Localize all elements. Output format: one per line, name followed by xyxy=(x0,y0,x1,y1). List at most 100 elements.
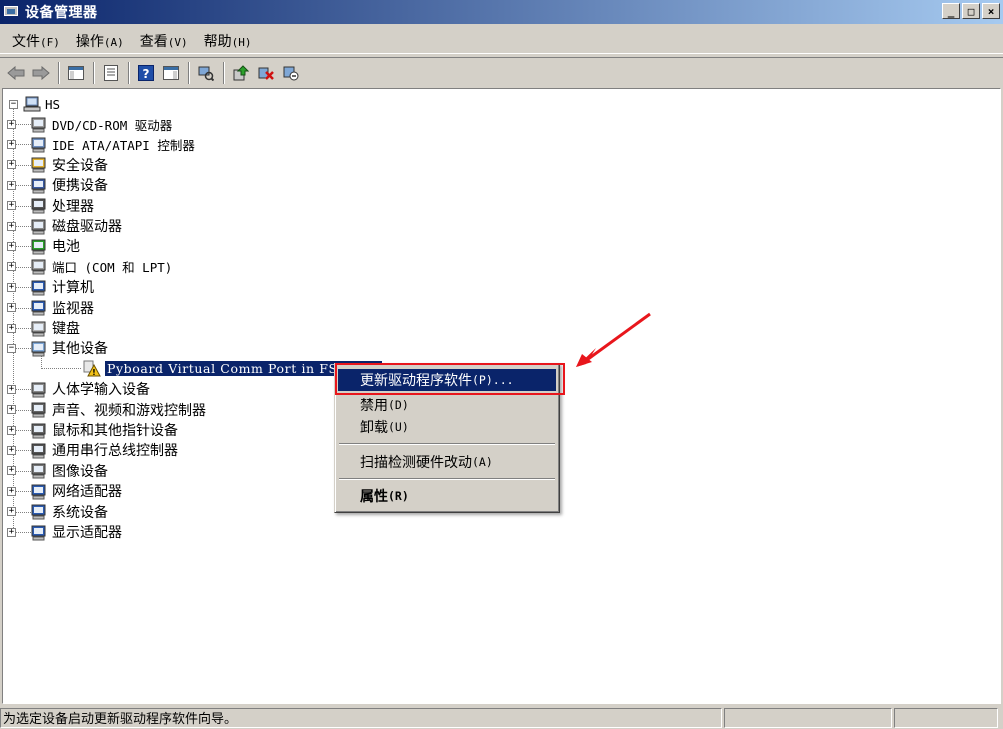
dvd-drive-icon xyxy=(30,116,48,133)
tree-item[interactable]: − 其他设备 xyxy=(7,338,108,358)
toolbar-separator xyxy=(58,61,60,84)
menu-file-label: 文件 xyxy=(12,33,40,50)
menu-bar: 文件(F) 操作(A) 查看(V) 帮助(H) xyxy=(0,28,1003,54)
tree-expand-toggle[interactable]: + xyxy=(7,323,16,333)
tree-item[interactable]: + IDE ATA/ATAPI 控制器 xyxy=(7,134,195,154)
tree-expand-toggle[interactable]: + xyxy=(7,262,16,272)
tree-expand-toggle[interactable]: + xyxy=(7,180,16,190)
tree-item-label: 监视器 xyxy=(52,300,94,317)
tree-item[interactable]: + DVD/CD-ROM 驱动器 xyxy=(7,114,172,134)
disable-button[interactable] xyxy=(279,62,302,84)
toolbar-separator xyxy=(223,61,225,84)
tree-item[interactable]: + 电池 xyxy=(7,236,80,256)
tree-item-label: 磁盘驱动器 xyxy=(52,219,122,235)
back-arrow-icon xyxy=(6,65,24,80)
context-scan-hardware[interactable]: 扫描检测硬件改动 (A) xyxy=(338,451,556,473)
tree-expand-toggle[interactable]: + xyxy=(7,466,16,476)
title-bar[interactable]: 设备管理器 _ □ × xyxy=(0,0,1003,24)
help-button[interactable]: ? xyxy=(134,62,157,84)
tree-item[interactable]: + 处理器 xyxy=(7,196,94,216)
svg-text:?: ? xyxy=(142,67,149,81)
maximize-button[interactable]: □ xyxy=(962,3,980,19)
tree-item[interactable]: + 系统设备 xyxy=(7,502,108,522)
tree-item[interactable]: + 端口 (COM 和 LPT) xyxy=(7,257,172,277)
tree-item-label: 其他设备 xyxy=(52,341,108,358)
port-icon xyxy=(30,258,48,275)
console-tree-icon xyxy=(67,65,84,80)
tree-item[interactable]: + 声音、视频和游戏控制器 xyxy=(7,400,206,420)
tree-expand-toggle[interactable]: + xyxy=(7,425,16,435)
camera-icon xyxy=(30,462,48,479)
tree-item[interactable]: + 键盘 xyxy=(7,318,80,338)
tree-item-label: 处理器 xyxy=(52,198,94,215)
root-collapse-expander[interactable]: − xyxy=(9,99,18,109)
back-button[interactable] xyxy=(4,62,27,84)
tree-item[interactable]: + 人体学输入设备 xyxy=(7,379,150,399)
tree-expand-toggle[interactable]: + xyxy=(7,405,16,415)
forward-arrow-icon xyxy=(32,65,50,80)
tree-expand-toggle[interactable]: + xyxy=(7,282,16,292)
toolbar-separator xyxy=(128,61,130,84)
tree-item[interactable]: + 显示适配器 xyxy=(7,522,122,542)
menu-help[interactable]: 帮助(H) xyxy=(198,29,258,53)
menu-view[interactable]: 查看(V) xyxy=(134,29,194,53)
svg-text:!: ! xyxy=(92,368,96,377)
tree-expand-toggle[interactable]: + xyxy=(7,241,16,251)
uninstall-button[interactable] xyxy=(254,62,277,84)
menu-action[interactable]: 操作(A) xyxy=(70,29,130,53)
menu-help-label: 帮助 xyxy=(203,33,232,50)
usb-icon xyxy=(30,442,48,459)
scan-hardware-button[interactable] xyxy=(194,62,217,84)
tree-item-label: 通用串行总线控制器 xyxy=(52,443,178,460)
tree-item[interactable]: + 通用串行总线控制器 xyxy=(7,440,178,460)
tree-root[interactable]: − HS xyxy=(9,94,60,114)
tree-expand-toggle[interactable]: + xyxy=(7,445,16,455)
close-button[interactable]: × xyxy=(982,3,1000,19)
tree-expand-toggle[interactable]: + xyxy=(7,221,16,231)
action-pane-button[interactable] xyxy=(159,62,182,84)
tree-expand-toggle[interactable]: + xyxy=(7,507,16,517)
tree-expand-toggle[interactable]: + xyxy=(7,384,16,394)
context-separator xyxy=(339,443,555,445)
update-driver-icon xyxy=(233,64,249,80)
forward-button[interactable] xyxy=(29,62,52,84)
tree-expand-toggle[interactable]: + xyxy=(7,119,16,129)
context-uninstall[interactable]: 卸载 (U) xyxy=(338,416,556,438)
tree-expand-toggle[interactable]: + xyxy=(7,160,16,170)
disable-icon xyxy=(283,66,298,80)
update-driver-button[interactable] xyxy=(229,62,252,84)
window-title: 设备管理器 xyxy=(25,5,98,21)
show-hide-console-tree-button[interactable] xyxy=(64,62,87,84)
tree-expand-toggle[interactable]: + xyxy=(7,139,16,149)
tree-expand-toggle[interactable]: + xyxy=(7,527,16,537)
tree-item[interactable]: + 磁盘驱动器 xyxy=(7,216,122,236)
tree-expand-toggle[interactable]: + xyxy=(7,303,16,313)
status-panel-3 xyxy=(894,707,998,728)
context-disable[interactable]: 禁用 (D) xyxy=(338,394,556,416)
tree-item-label: 网络适配器 xyxy=(52,484,122,501)
properties-button[interactable] xyxy=(99,62,122,84)
context-properties-label: 属性 xyxy=(360,489,388,505)
tree-item[interactable]: + 网络适配器 xyxy=(7,481,122,501)
tree-item-label: IDE ATA/ATAPI 控制器 xyxy=(52,137,195,153)
menu-action-label: 操作 xyxy=(75,33,104,50)
tree-child-connector xyxy=(41,368,81,369)
menu-file[interactable]: 文件(F) xyxy=(6,29,66,53)
tree-expand-toggle[interactable]: + xyxy=(7,486,16,496)
tree-root-label: HS xyxy=(45,96,61,112)
tree-item[interactable]: + 鼠标和其他指针设备 xyxy=(7,420,178,440)
tree-item-label: 鼠标和其他指针设备 xyxy=(52,423,178,439)
system-device-icon xyxy=(30,503,48,520)
context-properties[interactable]: 属性 (R) xyxy=(338,485,556,507)
minimize-button[interactable]: _ xyxy=(942,3,960,19)
tree-item[interactable]: + 监视器 xyxy=(7,298,94,318)
tree-item[interactable]: + 图像设备 xyxy=(7,461,108,481)
processor-icon xyxy=(30,197,48,214)
tree-item[interactable]: + 计算机 xyxy=(7,277,94,297)
tree-collapse-toggle[interactable]: − xyxy=(7,343,16,353)
tree-item[interactable]: + 安全设备 xyxy=(7,155,108,175)
menu-view-accel: (V) xyxy=(167,35,188,49)
tree-expand-toggle[interactable]: + xyxy=(7,201,16,211)
tree-item[interactable]: + 便携设备 xyxy=(7,175,108,195)
context-properties-accel: (R) xyxy=(388,489,409,503)
